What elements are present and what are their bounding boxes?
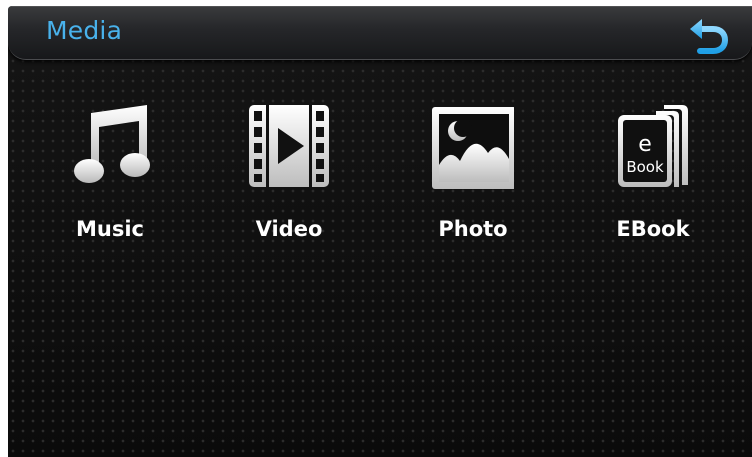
ebook-icon-text-top: e	[638, 132, 652, 157]
tile-photo[interactable]: Photo	[398, 101, 548, 251]
back-button[interactable]	[686, 14, 730, 54]
tile-label: Music	[76, 217, 144, 241]
tile-video[interactable]: Video	[214, 101, 364, 251]
page-title: Media	[46, 16, 123, 45]
tile-ebook[interactable]: e Book EBook	[578, 101, 728, 251]
film-play-icon	[249, 105, 329, 187]
tile-music[interactable]: Music	[35, 101, 185, 251]
media-screen: Media Music Video Photo e Book EBook	[8, 6, 752, 457]
tile-label: EBook	[616, 217, 690, 241]
photo-landscape-icon	[432, 107, 514, 189]
ebook-icon: e Book	[618, 105, 688, 187]
music-note-icon	[74, 105, 150, 183]
tile-label: Video	[255, 217, 323, 241]
back-arrow-icon	[690, 19, 729, 54]
tile-label: Photo	[438, 217, 508, 241]
ebook-icon-text-bottom: Book	[626, 158, 664, 176]
title-bar: Media	[8, 6, 752, 60]
